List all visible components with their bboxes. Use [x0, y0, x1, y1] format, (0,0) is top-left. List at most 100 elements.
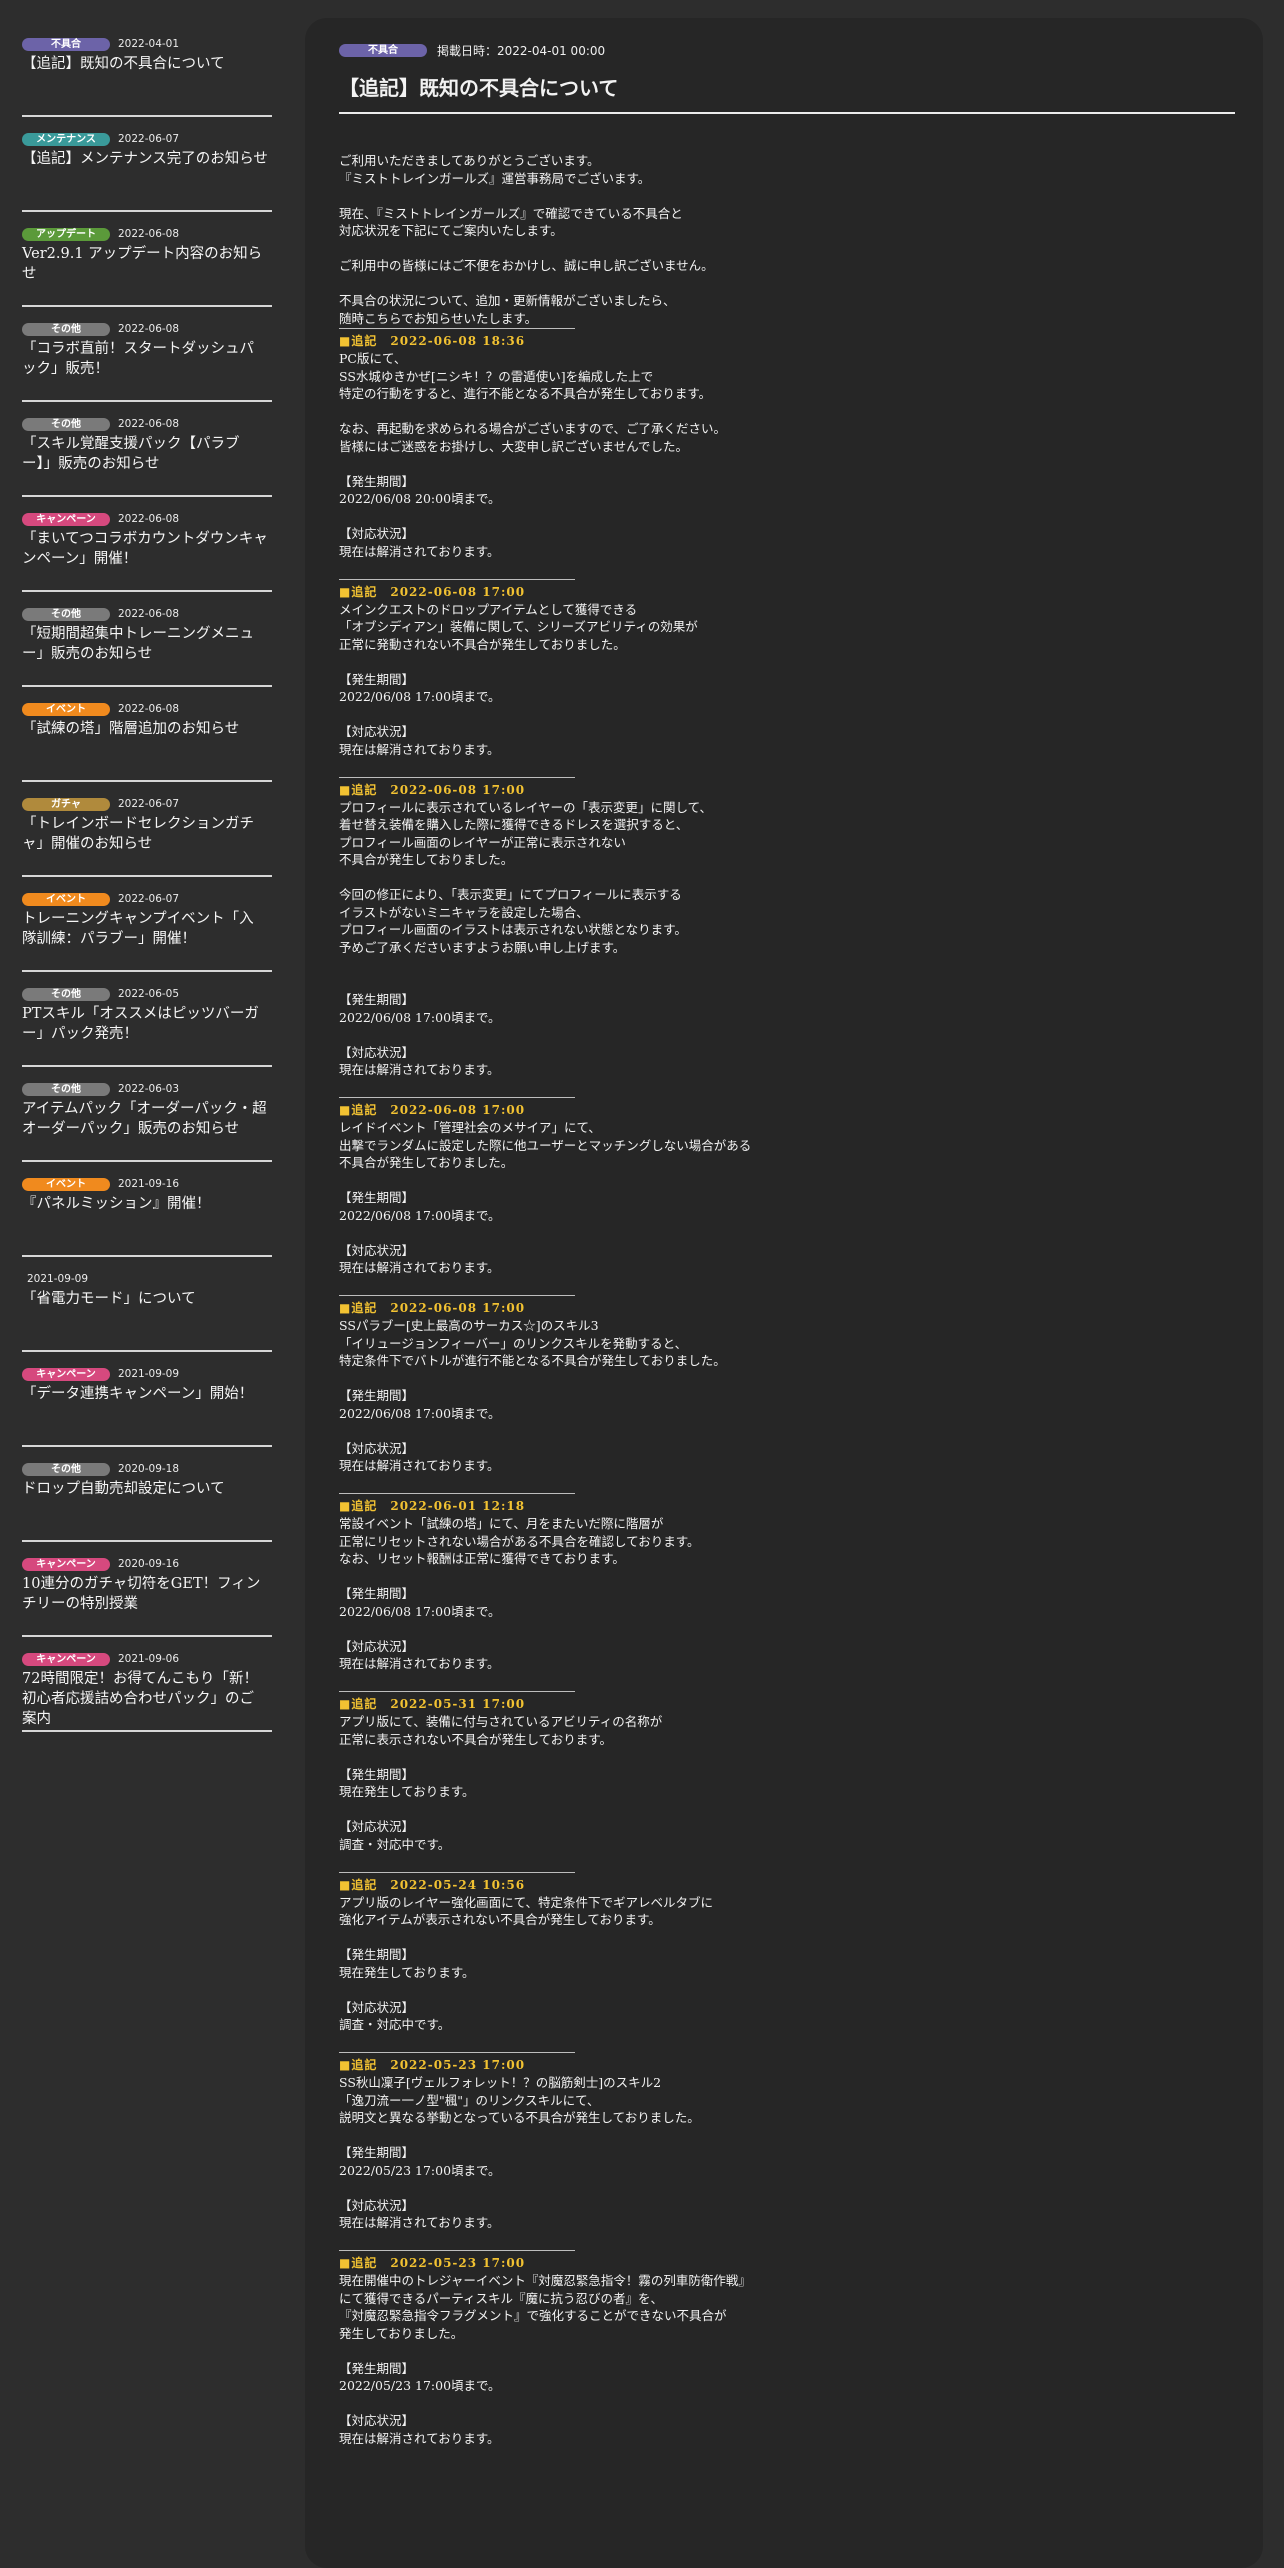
- news-date: 2022-06-08: [118, 323, 180, 335]
- news-meta: イベント 2022-06-08: [22, 702, 272, 716]
- news-list-item[interactable]: その他 2020-09-18 ドロップ自動売却設定について: [22, 1447, 272, 1542]
- category-badge: その他: [22, 987, 110, 1001]
- news-list-item[interactable]: 不具合 2022-04-01 【追記】既知の不具合について: [22, 22, 272, 117]
- section-separator: [339, 2052, 575, 2053]
- news-list-item[interactable]: アップデート 2022-06-08 Ver2.9.1 アップデート内容のお知らせ: [22, 212, 272, 307]
- news-title-link[interactable]: Ver2.9.1 アップデート内容のお知らせ: [22, 244, 272, 284]
- news-list-item[interactable]: ガチャ 2022-06-07 「トレインボードセレクションガチャ」開催のお知らせ: [22, 782, 272, 877]
- news-date: 2022-06-08: [118, 418, 180, 430]
- news-meta: メンテナンス 2022-06-07: [22, 132, 272, 146]
- news-list-item[interactable]: その他 2022-06-08 「スキル覚醒支援パック【パラブー】」販売のお知らせ: [22, 402, 272, 497]
- news-title-link[interactable]: 「コラボ直前！スタートダッシュパック」販売！: [22, 339, 272, 379]
- news-list-item[interactable]: イベント 2022-06-08 「試練の塔」階層追加のお知らせ: [22, 687, 272, 782]
- category-badge: メンテナンス: [22, 132, 110, 146]
- news-title-link[interactable]: 『パネルミッション』開催！: [22, 1194, 272, 1214]
- period-value: 2022/05/23 17:00頃まで。: [339, 2162, 501, 2178]
- news-title-link[interactable]: トレーニングキャンプイベント「入隊訓練：パラブー」開催！: [22, 909, 272, 949]
- update-heading: ■追記 2022-05-23 17:00: [339, 2058, 526, 2072]
- category-badge: イベント: [22, 892, 110, 906]
- news-list-item[interactable]: その他 2022-06-05 PTスキル「オススメはピッツバーガー」パック発売！: [22, 972, 272, 1067]
- status-label: 【対応状況】: [339, 526, 415, 541]
- news-list-item[interactable]: キャンペーン 2020-09-16 10連分のガチャ切符をGET！フィンチリーの特別…: [22, 1542, 272, 1637]
- news-title-link[interactable]: 10連分のガチャ切符をGET！フィンチリーの特別授業: [22, 1574, 272, 1614]
- news-meta: キャンペーン 2021-09-06: [22, 1652, 272, 1666]
- page-title: 【追記】既知の不具合について: [339, 76, 619, 100]
- update-section: ■追記 2022-06-08 18:36 PC版にて、 SS水城ゆきかぜ[ニシキ！…: [339, 333, 1235, 578]
- news-title-link[interactable]: 72時間限定！お得てんこもり「新！初心者応援詰め合わせパック」のご案内: [22, 1669, 272, 1729]
- news-date: 2021-09-06: [118, 1653, 180, 1665]
- news-meta: その他 2022-06-05: [22, 987, 272, 1001]
- news-list-item[interactable]: イベント 2021-09-16 『パネルミッション』開催！: [22, 1162, 272, 1257]
- news-list-item[interactable]: その他 2022-06-08 「短期間超集中トレーニングメニュー」販売のお知らせ: [22, 592, 272, 687]
- period-value: 2022/06/08 17:00頃まで。: [339, 1009, 501, 1025]
- news-list-item[interactable]: キャンペーン 2021-09-06 72時間限定！お得てんこもり「新！初心者応援詰め…: [22, 1637, 272, 1732]
- news-date: 2022-06-08: [118, 608, 180, 620]
- category-badge: その他: [22, 1462, 110, 1476]
- news-list-item[interactable]: その他 2022-06-03 アイテムパック「オーダーパック・超オーダーパック」販売…: [22, 1067, 272, 1162]
- category-badge: キャンペーン: [22, 512, 110, 526]
- update-heading: ■追記 2022-06-08 18:36: [339, 334, 526, 348]
- news-list-item[interactable]: その他 2022-06-08 「コラボ直前！スタートダッシュパック」販売！: [22, 307, 272, 402]
- news-list-item[interactable]: キャンペーン 2022-06-08 「まいてつコラボカウントダウンキャンペーン」開催…: [22, 497, 272, 592]
- news-meta: キャンペーン 2021-09-09: [22, 1367, 272, 1381]
- news-title-link[interactable]: 「短期間超集中トレーニングメニュー」販売のお知らせ: [22, 624, 272, 664]
- category-badge: その他: [22, 322, 110, 336]
- news-title-link[interactable]: 「まいてつコラボカウントダウンキャンペーン」開催！: [22, 529, 272, 569]
- period-label: 【発生期間】: [339, 1388, 415, 1403]
- news-title-link[interactable]: アイテムパック「オーダーパック・超オーダーパック」販売のお知らせ: [22, 1099, 272, 1139]
- update-body: メインクエストのドロップアイテムとして獲得できる 「オブシディアン」装備に関して…: [339, 601, 698, 652]
- news-date: 2022-04-01: [118, 38, 180, 50]
- news-date: 2022-06-08: [118, 228, 180, 240]
- news-list-item[interactable]: 2021-09-09 「省電力モード」について: [22, 1257, 272, 1352]
- period-label: 【発生期間】: [339, 671, 415, 687]
- news-meta: 2021-09-09: [22, 1272, 272, 1286]
- update-heading: ■追記 2022-06-08 17:00: [339, 782, 526, 797]
- news-title-link[interactable]: 「省電力モード」について: [22, 1289, 272, 1309]
- news-list-item[interactable]: キャンペーン 2021-09-09 「データ連携キャンペーン」開始！: [22, 1352, 272, 1447]
- news-date: 2020-09-18: [118, 1463, 180, 1475]
- status-label: 【対応状況】: [339, 1999, 415, 2015]
- section-separator: [339, 1295, 575, 1296]
- status-label: 【対応状況】: [339, 1044, 415, 1060]
- status-value: 現在は解消されております。: [339, 2430, 500, 2446]
- update-section: ■追記 2022-06-08 17:00 メインクエストのドロップアイテムとして獲…: [339, 584, 1235, 776]
- article-panel: 不具合 掲載日時：2022-04-01 00:00 【追記】既知の不具合について…: [305, 18, 1263, 2568]
- status-value: 現在は解消されております。: [339, 1458, 500, 1473]
- intro-paragraph: ご利用中の皆様にはご不便をおかけし、誠に申し訳ございません。: [339, 258, 714, 273]
- update-section: ■追記 2022-06-01 12:18 常設イベント「試練の塔」にて、月をまたい…: [339, 1498, 1235, 1690]
- section-separator: [339, 1871, 575, 1873]
- section-separator: [339, 776, 575, 778]
- period-value: 2022/06/08 17:00頃まで。: [339, 1603, 501, 1619]
- period-label: 【発生期間】: [339, 1190, 415, 1205]
- period-value: 2022/06/08 17:00頃まで。: [339, 689, 501, 704]
- update-section: ■追記 2022-05-24 10:56 アプリ版のレイヤー強化画面にて、特定条件…: [339, 1877, 1235, 2052]
- news-title-link[interactable]: ドロップ自動売却設定について: [22, 1479, 272, 1499]
- update-body: プロフィールに表示されているレイヤーの「表示変更」に関して、 着せ替え装備を購入…: [339, 799, 713, 868]
- news-list-item[interactable]: メンテナンス 2022-06-07 【追記】メンテナンス完了のお知らせ: [22, 117, 272, 212]
- update-body: アプリ版のレイヤー強化画面にて、特定条件下でギアレベルタブに 強化アイテムが表示…: [339, 1894, 714, 1928]
- status-value: 現在は解消されております。: [339, 543, 500, 559]
- news-title-link[interactable]: 【追記】既知の不具合について: [22, 54, 272, 74]
- news-meta: イベント 2022-06-07: [22, 892, 272, 906]
- news-title-link[interactable]: 「スキル覚醒支援パック【パラブー】」販売のお知らせ: [22, 434, 272, 474]
- news-date: 2022-06-08: [118, 513, 180, 525]
- news-meta: イベント 2021-09-16: [22, 1177, 272, 1191]
- news-title-link[interactable]: 「試練の塔」階層追加のお知らせ: [22, 719, 272, 739]
- article-header: 不具合 掲載日時：2022-04-01 00:00: [339, 40, 1235, 60]
- news-meta: アップデート 2022-06-08: [22, 227, 272, 241]
- period-label: 【発生期間】: [339, 473, 415, 489]
- section-separator: [339, 1097, 575, 1098]
- news-title-link[interactable]: 「トレインボードセレクションガチャ」開催のお知らせ: [22, 814, 272, 854]
- news-list-item[interactable]: イベント 2022-06-07 トレーニングキャンプイベント「入隊訓練：パラブー」開…: [22, 877, 272, 972]
- period-value: 現在発生しております。: [339, 1784, 475, 1799]
- period-label: 【発生期間】: [339, 1947, 415, 1962]
- update-body: PC版にて、 SS水城ゆきかぜ[ニシキ！？の雷遁使い]を編成した上で 特定の行動…: [339, 351, 712, 401]
- news-title-link[interactable]: 「データ連携キャンペーン」開始！: [22, 1384, 272, 1404]
- news-title-link[interactable]: PTスキル「オススメはピッツバーガー」パック発売！: [22, 1004, 272, 1044]
- update-heading: ■追記 2022-06-08 17:00: [339, 584, 526, 599]
- status-value: 現在は解消されております。: [339, 1656, 500, 1671]
- news-meta: ガチャ 2022-06-07: [22, 797, 272, 811]
- news-title-link[interactable]: 【追記】メンテナンス完了のお知らせ: [22, 149, 272, 169]
- section-separator: [339, 2250, 575, 2251]
- period-label: 【発生期間】: [339, 1766, 415, 1782]
